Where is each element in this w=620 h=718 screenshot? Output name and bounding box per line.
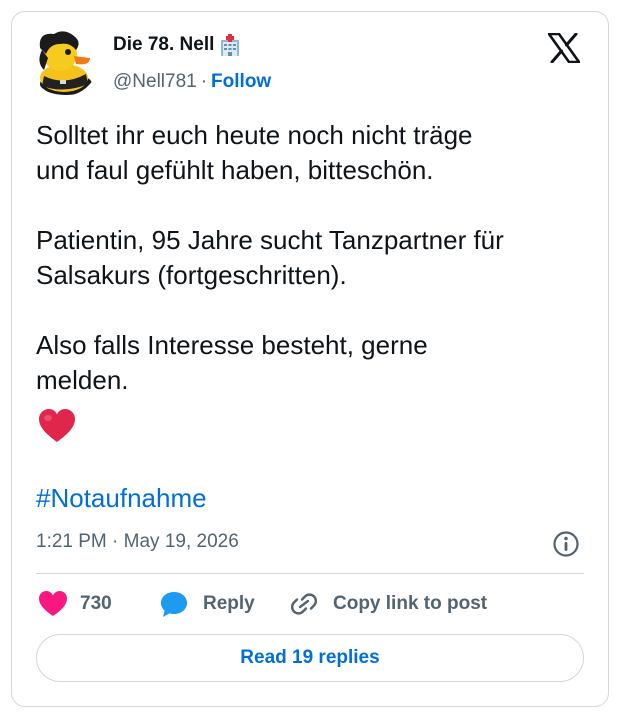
tweet-text: Solltet ihr euch heute noch nicht träge … [36,120,504,395]
divider [36,573,584,574]
rubber-duck-avatar-image [30,28,98,96]
author-handle-row: @Nell781 · Follow [113,71,271,93]
info-icon[interactable] [552,530,580,558]
x-logo-icon[interactable] [548,33,580,63]
reply-bubble-icon [161,592,187,617]
heart-icon [39,591,67,616]
separator-dot: · [200,71,208,92]
copy-link-label: Copy link to post [333,593,488,614]
tweet-timestamp[interactable]: 1:21 PM · May 19, 2026 [36,531,239,553]
follow-button[interactable]: Follow [211,71,271,92]
author-avatar[interactable] [30,28,98,96]
like-button[interactable]: 730 [38,589,112,619]
red-heart-icon [39,409,75,442]
hospital-icon [221,34,240,56]
author-name-row[interactable]: Die 78. Nell [113,34,242,56]
hashtag-link[interactable]: #Notaufnahme [36,481,207,516]
author-handle[interactable]: @Nell781 [113,71,197,92]
reply-button[interactable]: Reply [159,589,255,619]
author-display-name[interactable]: Die 78. Nell [113,34,214,56]
copy-link-button[interactable]: Copy link to post [289,589,487,619]
link-icon [290,593,318,615]
reply-label: Reply [203,593,255,614]
read-replies-button[interactable]: Read 19 replies [36,634,584,682]
like-count: 730 [80,593,112,614]
